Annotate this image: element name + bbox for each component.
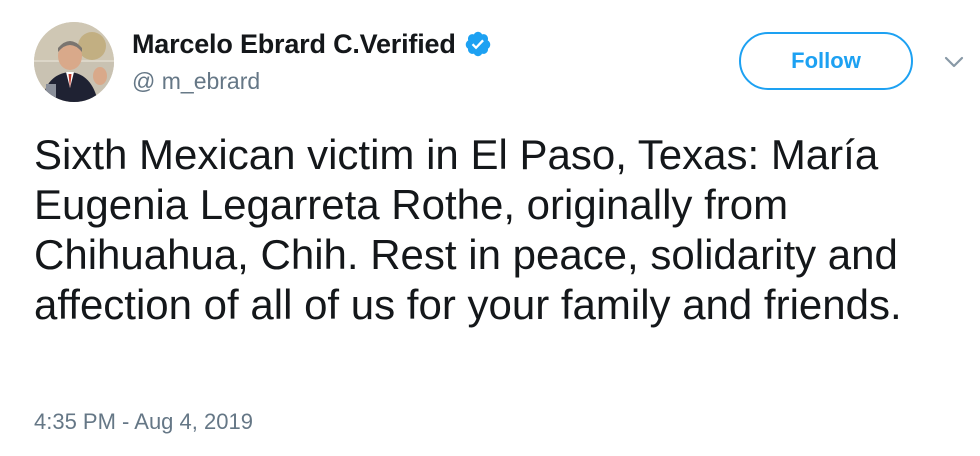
tweet-timestamp[interactable]: 4:35 PM - Aug 4, 2019	[34, 409, 253, 435]
tweet-text: Sixth Mexican victim in El Paso, Texas: …	[34, 131, 902, 328]
avatar-image	[34, 22, 114, 102]
verified-badge-icon	[464, 30, 492, 58]
author-display-name[interactable]: Marcelo Ebrard C.Verified	[132, 29, 456, 60]
author-handle[interactable]: @ m_ebrard	[132, 68, 492, 95]
tweet-card: Marcelo Ebrard C.Verified @ m_ebrard Fol…	[0, 0, 980, 456]
follow-button[interactable]: Follow	[739, 32, 913, 90]
avatar[interactable]	[34, 22, 114, 102]
author-info: Marcelo Ebrard C.Verified @ m_ebrard	[132, 26, 492, 95]
author-name-row: Marcelo Ebrard C.Verified	[132, 26, 492, 62]
chevron-down-icon[interactable]	[942, 52, 966, 72]
